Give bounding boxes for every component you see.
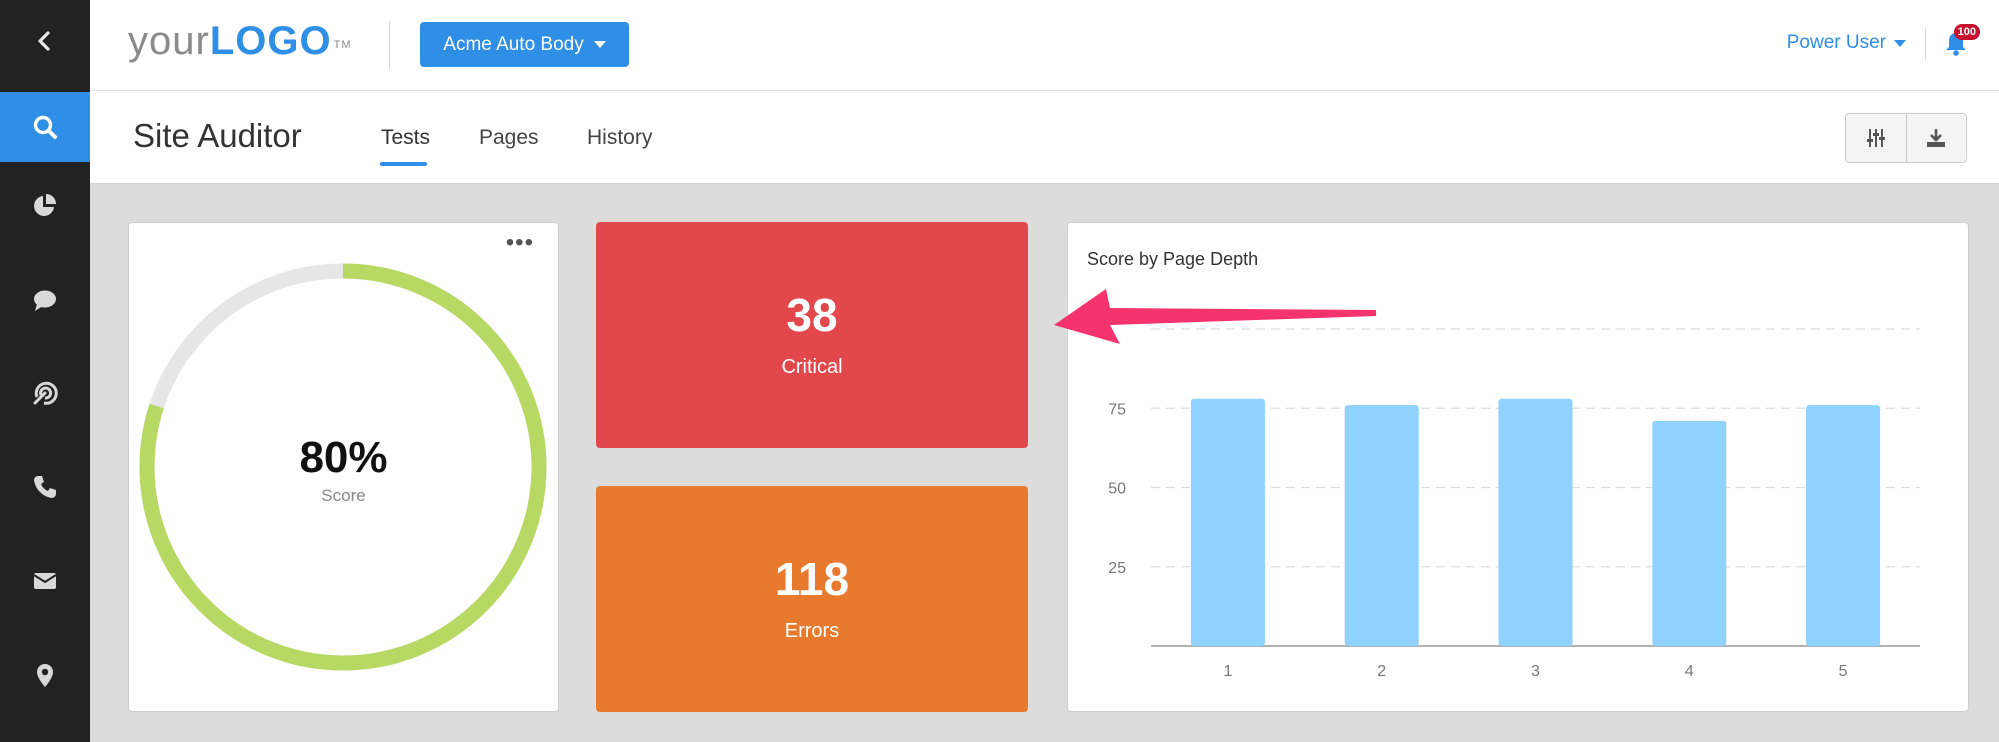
caret-down-icon xyxy=(1894,39,1906,47)
phone-icon xyxy=(34,476,56,498)
sidebar-item-listings[interactable] xyxy=(0,358,90,428)
search-icon xyxy=(33,115,57,139)
y-tick-label: 75 xyxy=(1108,401,1126,418)
arrow-shape xyxy=(1054,289,1376,344)
critical-card[interactable]: 38 Critical xyxy=(596,222,1028,448)
bar xyxy=(1498,398,1573,646)
sidebar-item-locations[interactable] xyxy=(0,640,90,710)
score-label: Score xyxy=(321,486,366,505)
map-pin-icon xyxy=(37,664,53,687)
x-tick-label: 5 xyxy=(1839,663,1848,680)
notification-count-badge: 100 xyxy=(1953,24,1980,40)
sidebar-item-site-auditor[interactable] xyxy=(0,92,90,162)
y-tick-label: 25 xyxy=(1108,560,1126,577)
top-header: yourLOGO TM Acme Auto Body Power User 100 xyxy=(90,0,1999,91)
sidebar xyxy=(0,0,90,742)
envelope-icon xyxy=(33,573,57,589)
divider xyxy=(1925,28,1926,60)
logo-trademark: TM xyxy=(333,39,352,51)
critical-count: 38 xyxy=(786,289,838,341)
collapse-sidebar-button[interactable] xyxy=(0,6,90,76)
settings-button[interactable] xyxy=(1846,114,1906,162)
bar xyxy=(1806,405,1881,646)
toolbar xyxy=(1845,113,1967,163)
score-value: 80% xyxy=(299,433,388,482)
sidebar-item-reviews[interactable] xyxy=(0,265,90,335)
tab-history[interactable]: History xyxy=(587,126,652,150)
caret-down-icon xyxy=(593,41,606,48)
sidebar-item-email[interactable] xyxy=(0,546,90,616)
errors-label: Errors xyxy=(784,620,840,642)
errors-count: 118 xyxy=(774,553,850,605)
download-button[interactable] xyxy=(1905,114,1967,162)
annotation-arrow xyxy=(1054,289,1376,344)
y-tick-label: 50 xyxy=(1108,481,1126,498)
logo-brand-text: LOGO xyxy=(209,19,332,63)
x-tick-label: 3 xyxy=(1531,663,1540,680)
user-menu-label: Power User xyxy=(1786,32,1886,53)
x-tick-label: 4 xyxy=(1685,663,1694,680)
logo-text: your xyxy=(128,19,210,63)
chat-bubble-icon xyxy=(34,290,56,311)
target-icon xyxy=(33,381,58,405)
sidebar-item-reports[interactable] xyxy=(0,170,90,240)
tab-tests[interactable]: Tests xyxy=(381,126,430,150)
divider xyxy=(389,21,390,69)
x-tick-label: 2 xyxy=(1377,663,1386,680)
sliders-icon xyxy=(1866,129,1885,147)
active-tab-indicator xyxy=(380,162,427,166)
x-tick-label: 1 xyxy=(1223,663,1232,680)
user-menu-button[interactable]: Power User xyxy=(1787,32,1906,54)
errors-card[interactable]: 118 Errors xyxy=(596,486,1028,712)
account-selector-label: Acme Auto Body xyxy=(443,33,584,55)
sidebar-item-calls[interactable] xyxy=(0,452,90,522)
score-card: ••• 80% Score xyxy=(128,222,559,712)
pie-chart-icon xyxy=(34,194,56,216)
bar xyxy=(1344,405,1419,646)
brand-logo[interactable]: yourLOGO TM xyxy=(128,16,352,66)
chevron-left-icon xyxy=(38,31,50,51)
download-icon xyxy=(1927,129,1946,147)
page-title: Site Auditor xyxy=(133,117,302,154)
account-selector-button[interactable]: Acme Auto Body xyxy=(420,22,629,67)
page-header: Site Auditor Tests Pages History xyxy=(90,91,1999,184)
tab-pages[interactable]: Pages xyxy=(479,126,539,150)
bar xyxy=(1652,420,1727,646)
bar xyxy=(1190,398,1265,646)
critical-label: Critical xyxy=(781,356,843,378)
